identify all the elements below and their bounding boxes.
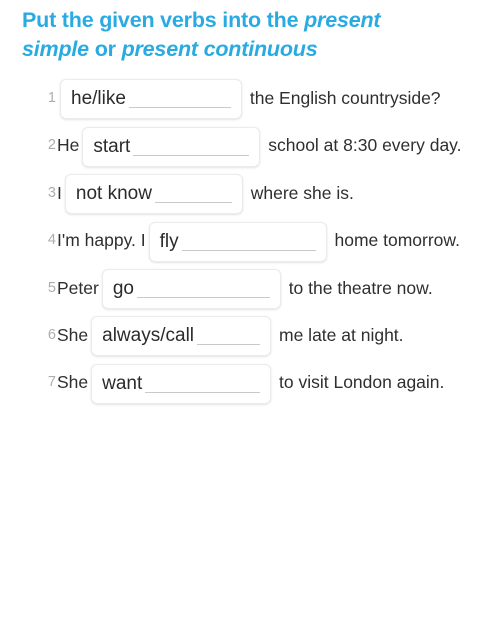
exercise-text-after: school at 8:30 every day. — [263, 135, 462, 156]
answer-value: want — [102, 372, 146, 394]
answer-input-2[interactable]: start — [82, 126, 261, 167]
exercise-text-before: She — [57, 372, 89, 393]
answer-value: he/like — [71, 88, 129, 110]
exercise-item-5: 5 Peter go to the theatre now. — [10, 268, 490, 309]
exercise-text-after: where she is. — [245, 182, 354, 203]
blank-underline — [159, 249, 316, 251]
page-title: Put the given verbs into the present simp… — [0, 0, 500, 64]
answer-input-3[interactable]: not know — [64, 174, 243, 215]
title-segment-italic-simple: simple — [22, 37, 89, 61]
exercise-number: 3 — [47, 184, 56, 201]
exercise-number: 5 — [47, 279, 56, 296]
exercise-text-before: Peter — [57, 277, 99, 298]
answer-input-6[interactable]: always/call — [91, 316, 272, 357]
answer-input-1[interactable]: he/like — [60, 79, 242, 120]
exercise-item-2: 2 He start school at 8:30 every day. — [10, 125, 490, 167]
exercise-item-1: 1 he/like the English countryside? — [10, 78, 490, 120]
exercise-item-3: 3 Inot know where she is. — [10, 173, 490, 215]
exercise-number: 6 — [47, 326, 56, 343]
title-segment-or: or — [88, 37, 122, 61]
answer-input-7[interactable]: want — [91, 363, 272, 404]
answer-input-4[interactable]: fly — [148, 221, 327, 262]
exercise-text-after: me late at night. — [274, 324, 404, 345]
exercise-number: 7 — [47, 374, 56, 391]
exercise-text-before: I'm happy. I — [57, 230, 146, 251]
exercise-text-before: I — [57, 182, 62, 203]
exercise-text-after: home tomorrow. — [329, 230, 460, 251]
answer-value: go — [112, 277, 137, 299]
answer-value: fly — [159, 230, 182, 252]
title-segment-plain: Put the given verbs into the — [22, 8, 305, 32]
exercise-text-after: the English countryside? — [245, 88, 441, 108]
exercise-number: 1 — [47, 90, 56, 106]
exercise-text-after: to the theatre now. — [283, 277, 433, 298]
exercise-item-4: 4 I'm happy. I fly home tomorrow. — [10, 220, 490, 262]
exercise-number: 4 — [47, 232, 56, 249]
exercise-text-before: She — [57, 324, 89, 345]
exercise-text-before: He — [57, 135, 80, 156]
answer-input-5[interactable]: go — [101, 268, 281, 309]
answer-value: not know — [75, 183, 155, 205]
title-segment-italic-present-continuous: present continuous — [121, 37, 318, 61]
answer-value: always/call — [102, 325, 198, 347]
exercise-item-7: 7 She want to visit London again. — [10, 362, 490, 404]
exercise-text-after: to visit London again. — [274, 372, 445, 393]
exercise-number: 2 — [47, 137, 56, 154]
answer-value: start — [93, 135, 134, 157]
exercise-list: 1 he/like the English countryside? 2 He sta… — [0, 64, 500, 404]
title-segment-italic-present: present — [304, 8, 381, 32]
exercise-item-6: 6 She always/call me late at night. — [10, 315, 490, 357]
